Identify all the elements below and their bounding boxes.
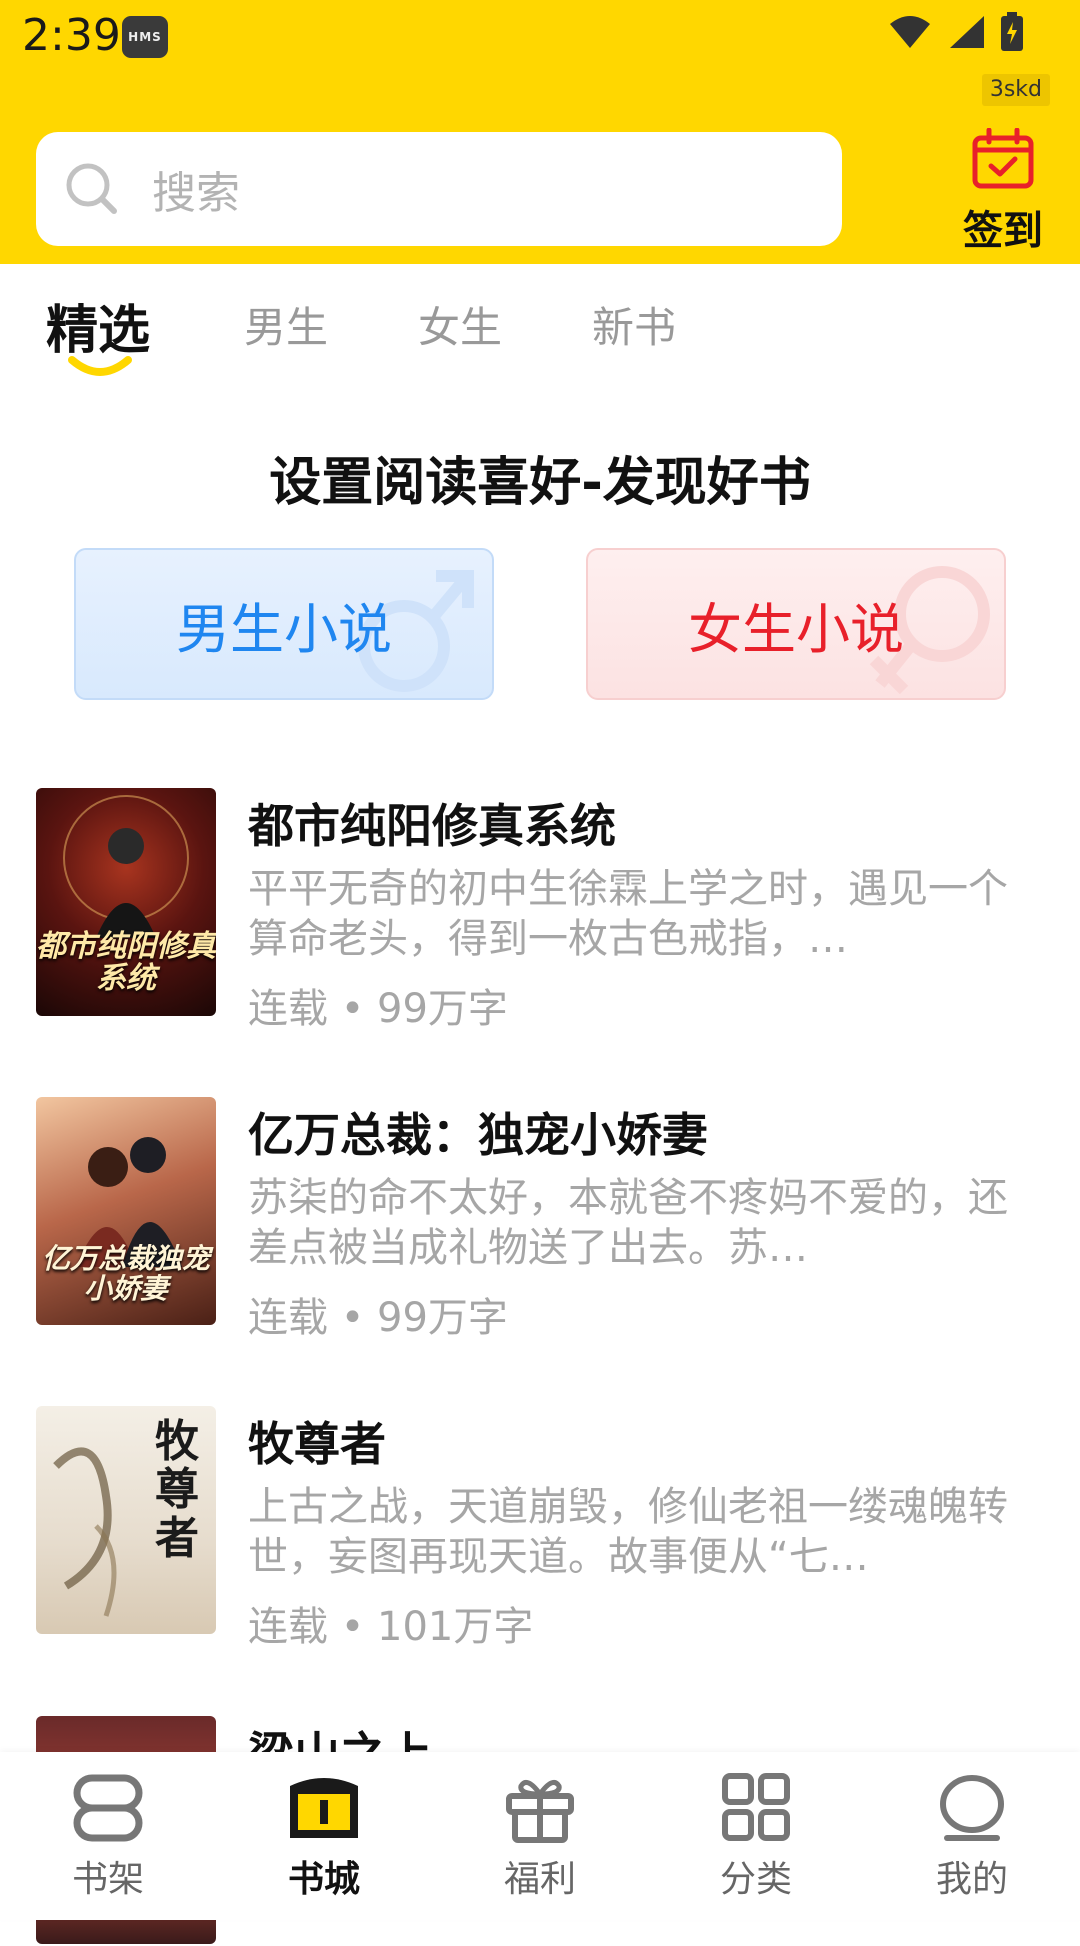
nav-label: 我的 xyxy=(935,1859,1008,1900)
nav-category[interactable]: 分类 xyxy=(676,1772,836,1912)
category-icon xyxy=(722,1773,790,1841)
nav-bookshelf[interactable]: 书架 xyxy=(28,1772,188,1912)
book-cover: 牧尊者 xyxy=(36,1406,216,1634)
tab-new-books[interactable]: 新书 xyxy=(592,294,676,355)
book-item[interactable]: 亿万总裁独宠小娇妻 亿万总裁：独宠小娇妻 苏柒的命不太好，本就爸不疼妈不爱的，还… xyxy=(36,1097,1046,1341)
cover-title: 牧尊者 xyxy=(155,1416,199,1564)
search-icon xyxy=(66,163,117,214)
status-time: 2:39 xyxy=(22,10,121,61)
book-cover: 都市纯阳修真系统 xyxy=(36,788,216,1016)
book-meta: 连载 • 99万字 xyxy=(248,986,508,1032)
profile-icon xyxy=(940,1775,1004,1841)
book-description: 平平无奇的初中生徐霖上学之时，遇见一个算命老头，得到一枚古色戒指，… xyxy=(248,866,1008,962)
tab-female[interactable]: 女生 xyxy=(418,294,502,355)
nav-label: 福利 xyxy=(503,1859,576,1900)
gift-icon xyxy=(506,1779,574,1843)
search-placeholder: 搜索 xyxy=(152,168,240,219)
book-title: 牧尊者 xyxy=(248,1417,386,1471)
signin-button[interactable]: 签到 xyxy=(958,127,1048,254)
preference-title: 设置阅读喜好-发现好书 xyxy=(269,453,811,513)
tab-featured[interactable]: 精选 xyxy=(46,288,150,363)
nav-label: 分类 xyxy=(719,1859,792,1900)
battery-icon xyxy=(1001,12,1023,51)
nav-welfare[interactable]: 福利 xyxy=(460,1772,620,1912)
nav-profile[interactable]: 我的 xyxy=(892,1772,1052,1912)
version-tag: 3skd xyxy=(981,74,1050,106)
female-novel-button[interactable]: 女生小说 xyxy=(586,548,1006,700)
cover-title: 都市纯阳修真系统 xyxy=(36,929,216,996)
nav-label: 书架 xyxy=(71,1859,144,1900)
book-title: 亿万总裁：独宠小娇妻 xyxy=(248,1108,708,1162)
male-novel-label: 男生小说 xyxy=(176,597,392,661)
book-description: 苏柒的命不太好，本就爸不疼妈不爱的，还差点被当成礼物送了出去。苏… xyxy=(248,1175,1008,1271)
book-meta: 连载 • 99万字 xyxy=(248,1295,508,1341)
cover-title: 亿万总裁独宠小娇妻 xyxy=(41,1242,210,1305)
bookshelf-icon xyxy=(73,1774,143,1842)
nav-label: 书城 xyxy=(287,1859,360,1900)
book-cover: 亿万总裁独宠小娇妻 xyxy=(36,1097,216,1325)
bookstore-icon xyxy=(290,1778,358,1838)
wifi-icon xyxy=(890,16,930,48)
book-item[interactable]: 牧尊者 牧尊者 上古之战，天道崩毁，修仙老祖一缕魂魄转世，妄图再现天道。故事便从… xyxy=(36,1406,1046,1650)
search-input[interactable]: 搜索 xyxy=(36,132,842,246)
book-description: 上古之战，天道崩毁，修仙老祖一缕魂魄转世，妄图再现天道。故事便从“七… xyxy=(248,1484,1008,1580)
status-icons xyxy=(888,12,1024,52)
female-novel-label: 女生小说 xyxy=(688,597,904,661)
bottom-navigation: 书架 书城 福利 分类 我的 xyxy=(0,1752,1080,1920)
category-tabs: 精选 男生 女生 新书 xyxy=(0,264,1080,384)
book-title: 都市纯阳修真系统 xyxy=(248,799,616,853)
book-meta: 连载 • 101万字 xyxy=(248,1604,534,1650)
signal-icon xyxy=(950,16,984,48)
top-header: 2:39 HMS 3skd 搜索 签到 xyxy=(0,0,1080,264)
nav-bookstore[interactable]: 书城 xyxy=(244,1772,404,1912)
active-tab-indicator xyxy=(68,356,132,376)
hms-badge: HMS xyxy=(122,16,168,58)
male-novel-button[interactable]: 男生小说 xyxy=(74,548,494,700)
book-item[interactable]: 都市纯阳修真系统 都市纯阳修真系统 平平无奇的初中生徐霖上学之时，遇见一个算命老… xyxy=(36,788,1046,1032)
tab-male[interactable]: 男生 xyxy=(244,294,328,355)
calendar-check-icon xyxy=(972,127,1034,189)
signin-label: 签到 xyxy=(963,208,1043,254)
